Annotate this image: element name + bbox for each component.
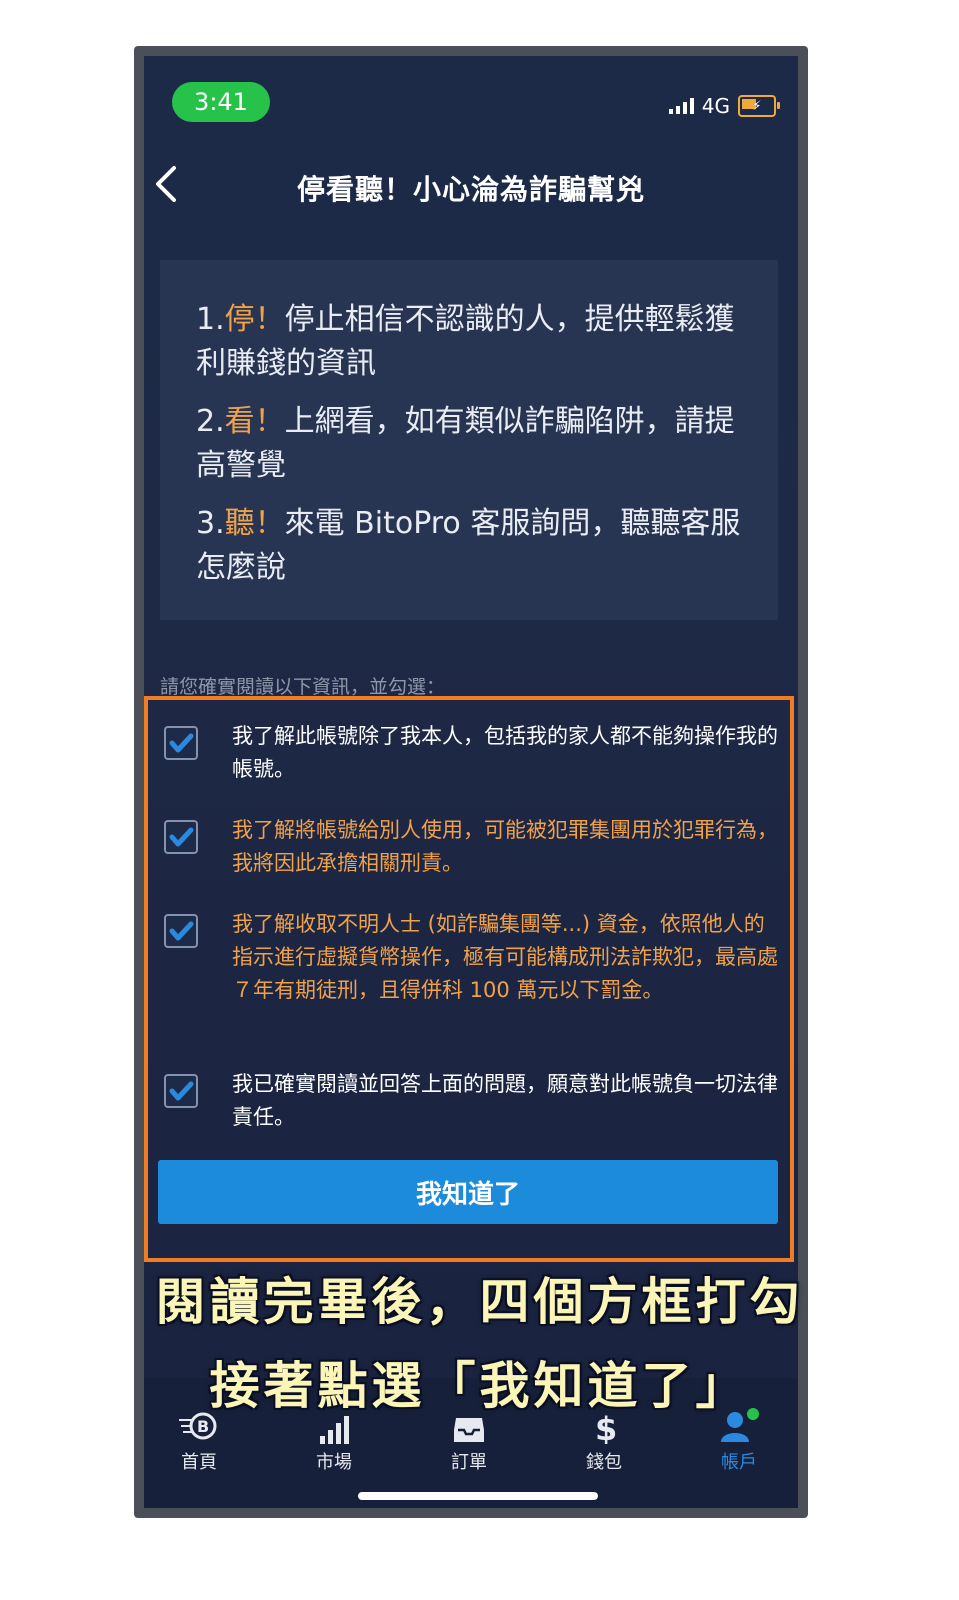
- home-indicator: [358, 1492, 598, 1500]
- warning-number: 2.: [196, 404, 225, 439]
- status-time: 3:41: [172, 82, 270, 122]
- warning-keyword: 停！: [224, 302, 285, 337]
- checkmark-icon: [169, 921, 194, 941]
- battery-charging-icon: ⚡: [738, 95, 780, 117]
- checklist-text: 我了解將帳號給別人使用，可能被犯罪集團用於犯罪行為，我將因此承擔相關刑責。: [232, 818, 778, 875]
- tab-label: 訂單: [451, 1452, 487, 1473]
- checklist-text: 我已確實閱讀並回答上面的問題，願意對此帳號負一切法律責任。: [232, 1072, 778, 1129]
- page-title: 停看聽！小心淪為詐騙幫兇: [296, 173, 645, 206]
- checklist-text: 我了解收取不明人士 (如詐騙集團等...) 資金，依照他人的指示進行虛擬貨幣操作…: [232, 912, 778, 1002]
- confirm-button[interactable]: 我知道了: [158, 1160, 778, 1224]
- checkmark-icon: [169, 1081, 194, 1101]
- warning-number: 3.: [196, 506, 225, 541]
- checkbox[interactable]: [164, 820, 198, 854]
- checklist-text: 我了解此帳號除了我本人，包括我的家人都不能夠操作我的帳號。: [232, 724, 778, 781]
- checkbox[interactable]: [164, 914, 198, 948]
- signal-icon: [668, 98, 694, 114]
- tab-label: 帳戶: [721, 1452, 757, 1473]
- warning-keyword: 看！: [224, 404, 285, 439]
- warning-card: 1.停！停止相信不認識的人，提供輕鬆獲利賺錢的資訊 2.看！上網看，如有類似詐騙…: [160, 260, 778, 620]
- warning-keyword: 聽！: [224, 506, 285, 541]
- checkmark-icon: [169, 827, 194, 847]
- warning-item-stop: 1.停！停止相信不認識的人，提供輕鬆獲利賺錢的資訊: [196, 298, 756, 386]
- checklist-instruction: 請您確實閱讀以下資訊，並勾選：: [160, 676, 446, 698]
- caption-line-1: 閱讀完畢後，四個方框打勾: [155, 1273, 804, 1331]
- checkmark-icon: [169, 733, 194, 753]
- svg-text:B: B: [197, 1417, 209, 1436]
- caption-line-2: 接著點選「我知道了」: [209, 1357, 750, 1415]
- checkbox[interactable]: [164, 726, 198, 760]
- warning-item-look: 2.看！上網看，如有類似詐騙陷阱，請提高警覺: [196, 400, 756, 488]
- checkbox[interactable]: [164, 1074, 198, 1108]
- tab-label: 市場: [316, 1452, 352, 1473]
- warning-number: 1.: [196, 302, 225, 337]
- warning-item-listen: 3.聽！來電 BitoPro 客服詢問，聽聽客服怎麼說: [196, 502, 756, 590]
- tab-label: 首頁: [181, 1452, 217, 1473]
- back-chevron-icon[interactable]: [152, 162, 182, 206]
- status-indicators: 4G ⚡: [668, 94, 780, 118]
- tab-label: 錢包: [586, 1452, 622, 1473]
- network-type: 4G: [701, 94, 730, 118]
